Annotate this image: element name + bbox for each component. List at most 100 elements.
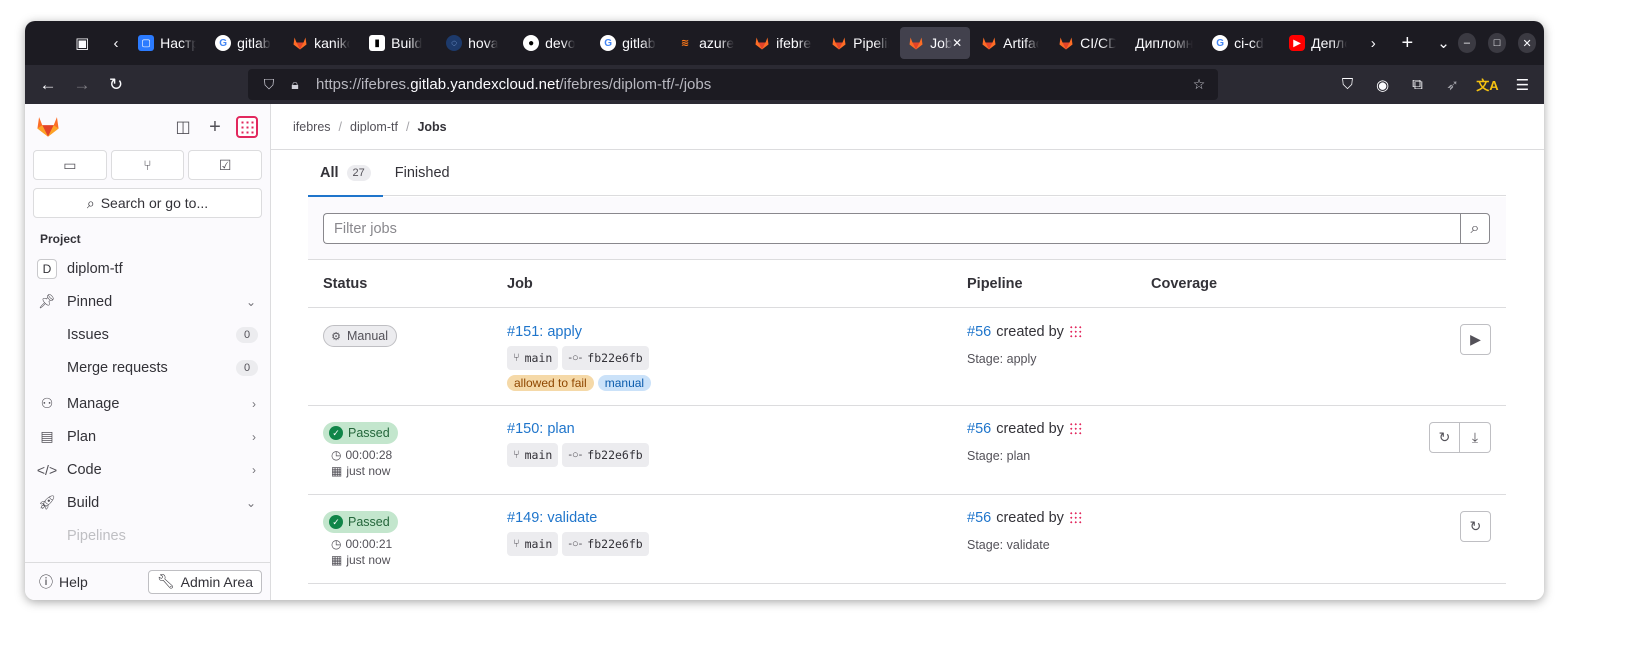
user-avatar[interactable]: [1068, 511, 1083, 525]
retry-button[interactable]: ↻: [1429, 422, 1460, 453]
tab-list-chevron-icon[interactable]: ⌄: [1429, 28, 1457, 58]
sidebar-search-button[interactable]: ⌕ Search or go to...: [33, 188, 262, 218]
branch-chip[interactable]: ⑂ main: [507, 346, 559, 370]
browser-tab[interactable]: ▮ Build: [361, 27, 435, 59]
extensions-icon[interactable]: ⧉: [1400, 70, 1435, 100]
tab-finished[interactable]: Finished: [383, 150, 462, 196]
browser-tab[interactable]: Ggitlab: [592, 27, 666, 59]
job-link[interactable]: #149: validate: [507, 510, 597, 526]
filter-jobs-input[interactable]: Filter jobs: [323, 213, 1460, 244]
new-tab-icon[interactable]: +: [1393, 28, 1421, 58]
job-tabs: All 27 Finished: [308, 150, 1506, 197]
browser-tab[interactable]: Ggitlab: [207, 27, 281, 59]
lock-icon[interactable]: 🔒︎: [282, 76, 308, 93]
status-badge[interactable]: ✓ Passed: [323, 422, 398, 444]
status-label: Passed: [348, 426, 390, 440]
account-icon[interactable]: ◉: [1365, 70, 1400, 100]
tab-scroll-right-icon[interactable]: ›: [1359, 28, 1387, 58]
created-by-label: created by: [996, 324, 1064, 340]
browser-tab[interactable]: Jobs✕: [900, 27, 971, 59]
minimize-icon[interactable]: –: [1457, 33, 1477, 53]
browser-tab[interactable]: ▶ Деплой: [1281, 27, 1355, 59]
gitlab-logo-icon[interactable]: [35, 113, 61, 139]
blue-square-icon: ▢: [138, 35, 155, 51]
tab-all[interactable]: All 27: [308, 150, 383, 197]
commit-sha: fb22e6fb: [587, 351, 643, 365]
sidebar-item-pipelines[interactable]: Pipelines: [25, 519, 270, 552]
breadcrumb-item[interactable]: ifebres: [293, 120, 331, 134]
commit-chip[interactable]: -○- fb22e6fb: [562, 443, 649, 467]
maximize-icon[interactable]: □: [1487, 33, 1507, 53]
sidebar-item-build[interactable]: 🚀︎ Build ⌄: [25, 486, 270, 519]
browser-tab[interactable]: ● devo: [515, 27, 589, 59]
commit-icon: -○-: [568, 449, 583, 461]
commit-sha: fb22e6fb: [587, 448, 643, 462]
play-button[interactable]: ▶: [1460, 324, 1491, 355]
close-window-icon[interactable]: ✕: [1517, 33, 1537, 53]
browser-tab[interactable]: ifebres: [746, 27, 820, 59]
browser-tab[interactable]: ▢ Настройки: [130, 27, 204, 59]
translate-icon[interactable]: 文A: [1470, 70, 1505, 100]
tab-scroll-left-icon[interactable]: ‹: [102, 28, 130, 58]
url-bar[interactable]: ⛉ 🔒︎ https://ifebres.gitlab.yandexcloud.…: [248, 69, 1218, 100]
commit-chip[interactable]: -○- fb22e6fb: [562, 346, 649, 370]
sidebar-project[interactable]: D diplom-tf: [25, 252, 270, 285]
menu-icon[interactable]: ☰: [1505, 70, 1540, 100]
admin-area-button[interactable]: 🔧︎ Admin Area: [147, 569, 262, 594]
sidebar-item-issues[interactable]: Issues 0: [25, 318, 270, 351]
browser-tab[interactable]: Gci-cd: [1204, 27, 1278, 59]
browser-tab[interactable]: kaniko: [284, 27, 358, 59]
job-link[interactable]: #150: plan: [507, 421, 575, 437]
help-button[interactable]: ⓘ Help: [33, 572, 88, 592]
collapse-sidebar-icon[interactable]: ◫: [170, 114, 196, 140]
pipeline-link[interactable]: #56: [967, 510, 991, 526]
check-circle-icon: ✓: [329, 515, 343, 529]
browser-tab[interactable]: ◌ hova: [438, 27, 512, 59]
breadcrumb-current[interactable]: Jobs: [417, 120, 446, 134]
sidebar-item-code[interactable]: </> Code ›: [25, 453, 270, 486]
browser-tab[interactable]: Дипломная: [1127, 27, 1201, 59]
check-circle-icon: ✓: [329, 426, 343, 440]
browser-tab[interactable]: Pipelines: [823, 27, 897, 59]
pocket-icon[interactable]: ⛉: [1330, 70, 1365, 100]
commit-chip[interactable]: -○- fb22e6fb: [562, 532, 649, 556]
close-tab-icon[interactable]: ✕: [952, 36, 962, 50]
reload-icon[interactable]: ↻: [99, 70, 133, 100]
status-badge[interactable]: ✓ Passed: [323, 511, 398, 533]
browser-tab[interactable]: Artifacts: [973, 27, 1047, 59]
tab-overview-icon[interactable]: ▣: [68, 28, 96, 58]
user-avatar[interactable]: [1068, 325, 1083, 339]
pipeline-link[interactable]: #56: [967, 324, 991, 340]
merge-requests-shortcut-icon[interactable]: ⑂: [110, 150, 185, 180]
shield-icon[interactable]: ⛉: [256, 76, 282, 93]
forward-icon[interactable]: →: [65, 70, 99, 100]
branch-chip[interactable]: ⑂ main: [507, 532, 559, 556]
browser-tab[interactable]: CI/CD: [1050, 27, 1124, 59]
browser-tab[interactable]: ≋ azure: [669, 27, 743, 59]
pipeline-link[interactable]: #56: [967, 421, 991, 437]
user-avatar[interactable]: [1068, 422, 1083, 436]
main-content: ifebres / diplom-tf / Jobs All 27 Finish…: [271, 104, 1544, 600]
issues-shortcut-icon[interactable]: ▭: [33, 150, 107, 180]
branch-chip[interactable]: ⑂ main: [507, 443, 559, 467]
retry-button[interactable]: ↻: [1460, 511, 1491, 542]
download-artifacts-button[interactable]: ⤓: [1460, 422, 1491, 453]
status-badge[interactable]: ⚙ Manual: [323, 325, 397, 347]
table-row: ✓ Passed ◷ 00:00:28 ▦ just now #150: pla…: [308, 406, 1506, 495]
back-icon[interactable]: ←: [31, 70, 65, 100]
branch-name: main: [524, 448, 553, 462]
sidebar-item-merge-requests[interactable]: Merge requests 0: [25, 351, 270, 384]
bookmark-star-icon[interactable]: ☆: [1186, 76, 1212, 93]
breadcrumb-separator: /: [338, 119, 343, 134]
sidebar-item-manage[interactable]: ⚇ Manage ›: [25, 387, 270, 420]
job-link[interactable]: #151: apply: [507, 324, 582, 340]
create-new-plus-icon[interactable]: +: [202, 114, 228, 140]
todos-shortcut-icon[interactable]: ☑: [188, 150, 263, 180]
user-avatar[interactable]: [234, 114, 260, 140]
commit-sha: fb22e6fb: [587, 537, 643, 551]
sidebar-item-pinned[interactable]: 📌︎ Pinned ⌄: [25, 285, 270, 318]
extension-arrow-icon[interactable]: ➶: [1435, 70, 1470, 100]
breadcrumb-item[interactable]: diplom-tf: [350, 120, 398, 134]
sidebar-item-plan[interactable]: ▤ Plan ›: [25, 420, 270, 453]
filter-search-button[interactable]: ⌕: [1460, 213, 1490, 244]
